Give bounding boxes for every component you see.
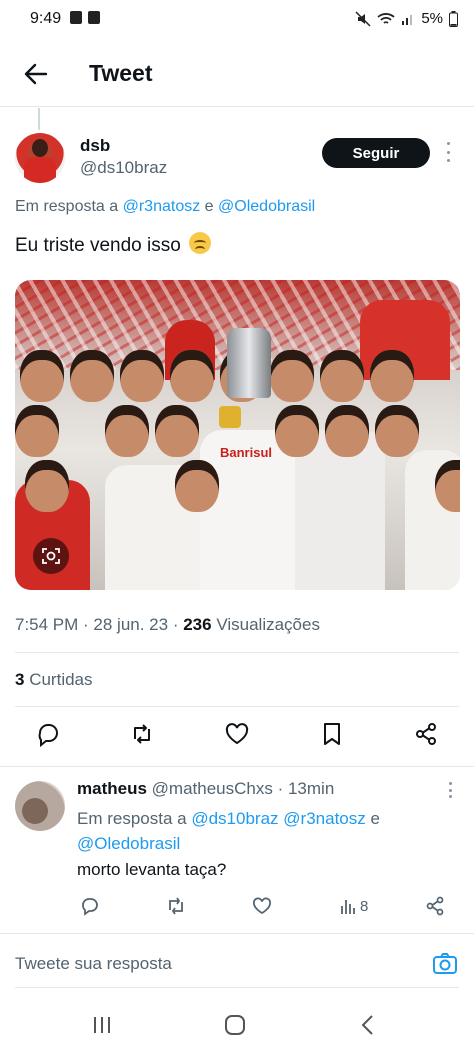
compose-divider xyxy=(15,987,459,988)
views-icon[interactable] xyxy=(338,895,360,917)
share-icon[interactable] xyxy=(412,720,440,748)
battery-text: 5% xyxy=(421,10,443,27)
tweet-text-container: Eu triste vendo isso xyxy=(15,232,212,257)
reply-text: morto levanta taça? xyxy=(77,860,227,879)
top-app-bar: Tweet xyxy=(0,52,474,100)
image-search-button[interactable] xyxy=(33,538,69,574)
reply-views-count: 8 xyxy=(360,898,369,915)
back-nav-icon[interactable] xyxy=(360,1014,376,1036)
crowd-front-row xyxy=(25,460,460,512)
page-title: Tweet xyxy=(89,60,153,86)
bookmark-icon[interactable] xyxy=(318,720,346,748)
like-icon[interactable] xyxy=(251,895,273,917)
mention-link[interactable]: @r3natosz xyxy=(123,198,201,215)
reply-icon[interactable] xyxy=(34,720,62,748)
retweet-icon[interactable] xyxy=(165,895,187,917)
reply-conj: e xyxy=(204,198,214,215)
battery-icon xyxy=(449,10,458,27)
shirt-sponsor-text: Banrisul xyxy=(220,445,273,460)
reply-context: Em resposta a @ds10braz @r3natosz e @Ole… xyxy=(77,806,457,856)
mention-link[interactable]: @Oledobrasil xyxy=(77,834,180,853)
mention-link[interactable]: @r3natosz xyxy=(283,809,365,828)
crowd-back-row xyxy=(20,350,420,402)
likes-label: Curtidas xyxy=(29,670,93,689)
mention-link[interactable]: @ds10braz xyxy=(191,809,278,828)
retweet-icon[interactable] xyxy=(128,720,156,748)
avatar-head xyxy=(32,139,48,157)
reply-actions: 8 xyxy=(0,895,474,923)
meta-divider xyxy=(15,652,459,653)
reply-more-options-icon[interactable] xyxy=(446,782,454,798)
thread-line xyxy=(38,108,40,130)
reply-author-avatar[interactable] xyxy=(15,781,65,831)
lens-icon xyxy=(42,548,60,564)
reply-header: matheus @matheusChxs · 13min xyxy=(77,779,334,799)
reply-prefix: Em resposta a xyxy=(77,809,187,828)
reply-icon[interactable] xyxy=(79,895,101,917)
author-name[interactable]: dsb xyxy=(80,136,110,156)
status-bar: 9:49 5% xyxy=(0,0,474,40)
reply-context: Em resposta a @r3natosz e @Oledobrasil xyxy=(15,198,315,216)
trophy-graphic xyxy=(227,328,271,398)
mute-icon xyxy=(355,10,371,27)
home-icon[interactable] xyxy=(224,1014,246,1036)
back-arrow-icon[interactable] xyxy=(22,60,50,88)
avatar-shirt xyxy=(24,157,56,183)
tweet-photo[interactable]: Banrisul xyxy=(15,280,460,590)
tweet-meta: 7:54 PM · 28 jun. 23 · 236 Visualizações xyxy=(15,615,320,635)
medal-graphic xyxy=(219,406,241,428)
status-right: 5% xyxy=(355,10,458,27)
notification-icons xyxy=(70,11,100,24)
actions-divider xyxy=(0,766,474,767)
confounded-face-emoji-icon xyxy=(189,232,212,254)
camera-icon[interactable] xyxy=(432,951,458,977)
tweet-actions xyxy=(0,720,474,754)
share-icon[interactable] xyxy=(424,895,446,917)
likes-count: 3 xyxy=(15,670,25,689)
reply-conj: e xyxy=(370,809,380,828)
wifi-icon xyxy=(377,12,395,24)
likes-summary[interactable]: 3 Curtidas xyxy=(15,670,93,690)
status-time: 9:49 xyxy=(30,10,62,27)
likes-divider xyxy=(15,706,459,707)
gallery-icon xyxy=(70,11,82,24)
like-icon[interactable] xyxy=(223,720,251,748)
system-nav-bar xyxy=(0,1000,474,1053)
reply-prefix: Em resposta a xyxy=(15,198,119,215)
author-avatar[interactable] xyxy=(15,133,65,183)
reply-divider xyxy=(0,933,474,934)
views-label: Visualizações xyxy=(216,615,320,634)
author-handle[interactable]: @ds10braz xyxy=(80,158,167,178)
reply-time: · 13min xyxy=(277,779,335,798)
views-count: 236 xyxy=(183,615,212,634)
recent-apps-icon[interactable] xyxy=(92,1015,112,1035)
reply-author-handle[interactable]: @matheusChxs xyxy=(152,779,273,798)
reply-author-name[interactable]: matheus xyxy=(77,779,147,798)
follow-button[interactable]: Seguir xyxy=(322,138,430,168)
tweet-text: Eu triste vendo isso xyxy=(15,235,181,256)
compose-reply-input[interactable]: Tweete sua resposta xyxy=(15,954,172,974)
more-options-icon[interactable] xyxy=(444,142,452,162)
header-divider xyxy=(0,106,474,107)
signal-icon xyxy=(402,14,413,25)
sim-icon xyxy=(88,11,100,24)
mention-link[interactable]: @Oledobrasil xyxy=(218,198,315,215)
tweet-timestamp: 7:54 PM · 28 jun. 23 · xyxy=(15,615,179,634)
